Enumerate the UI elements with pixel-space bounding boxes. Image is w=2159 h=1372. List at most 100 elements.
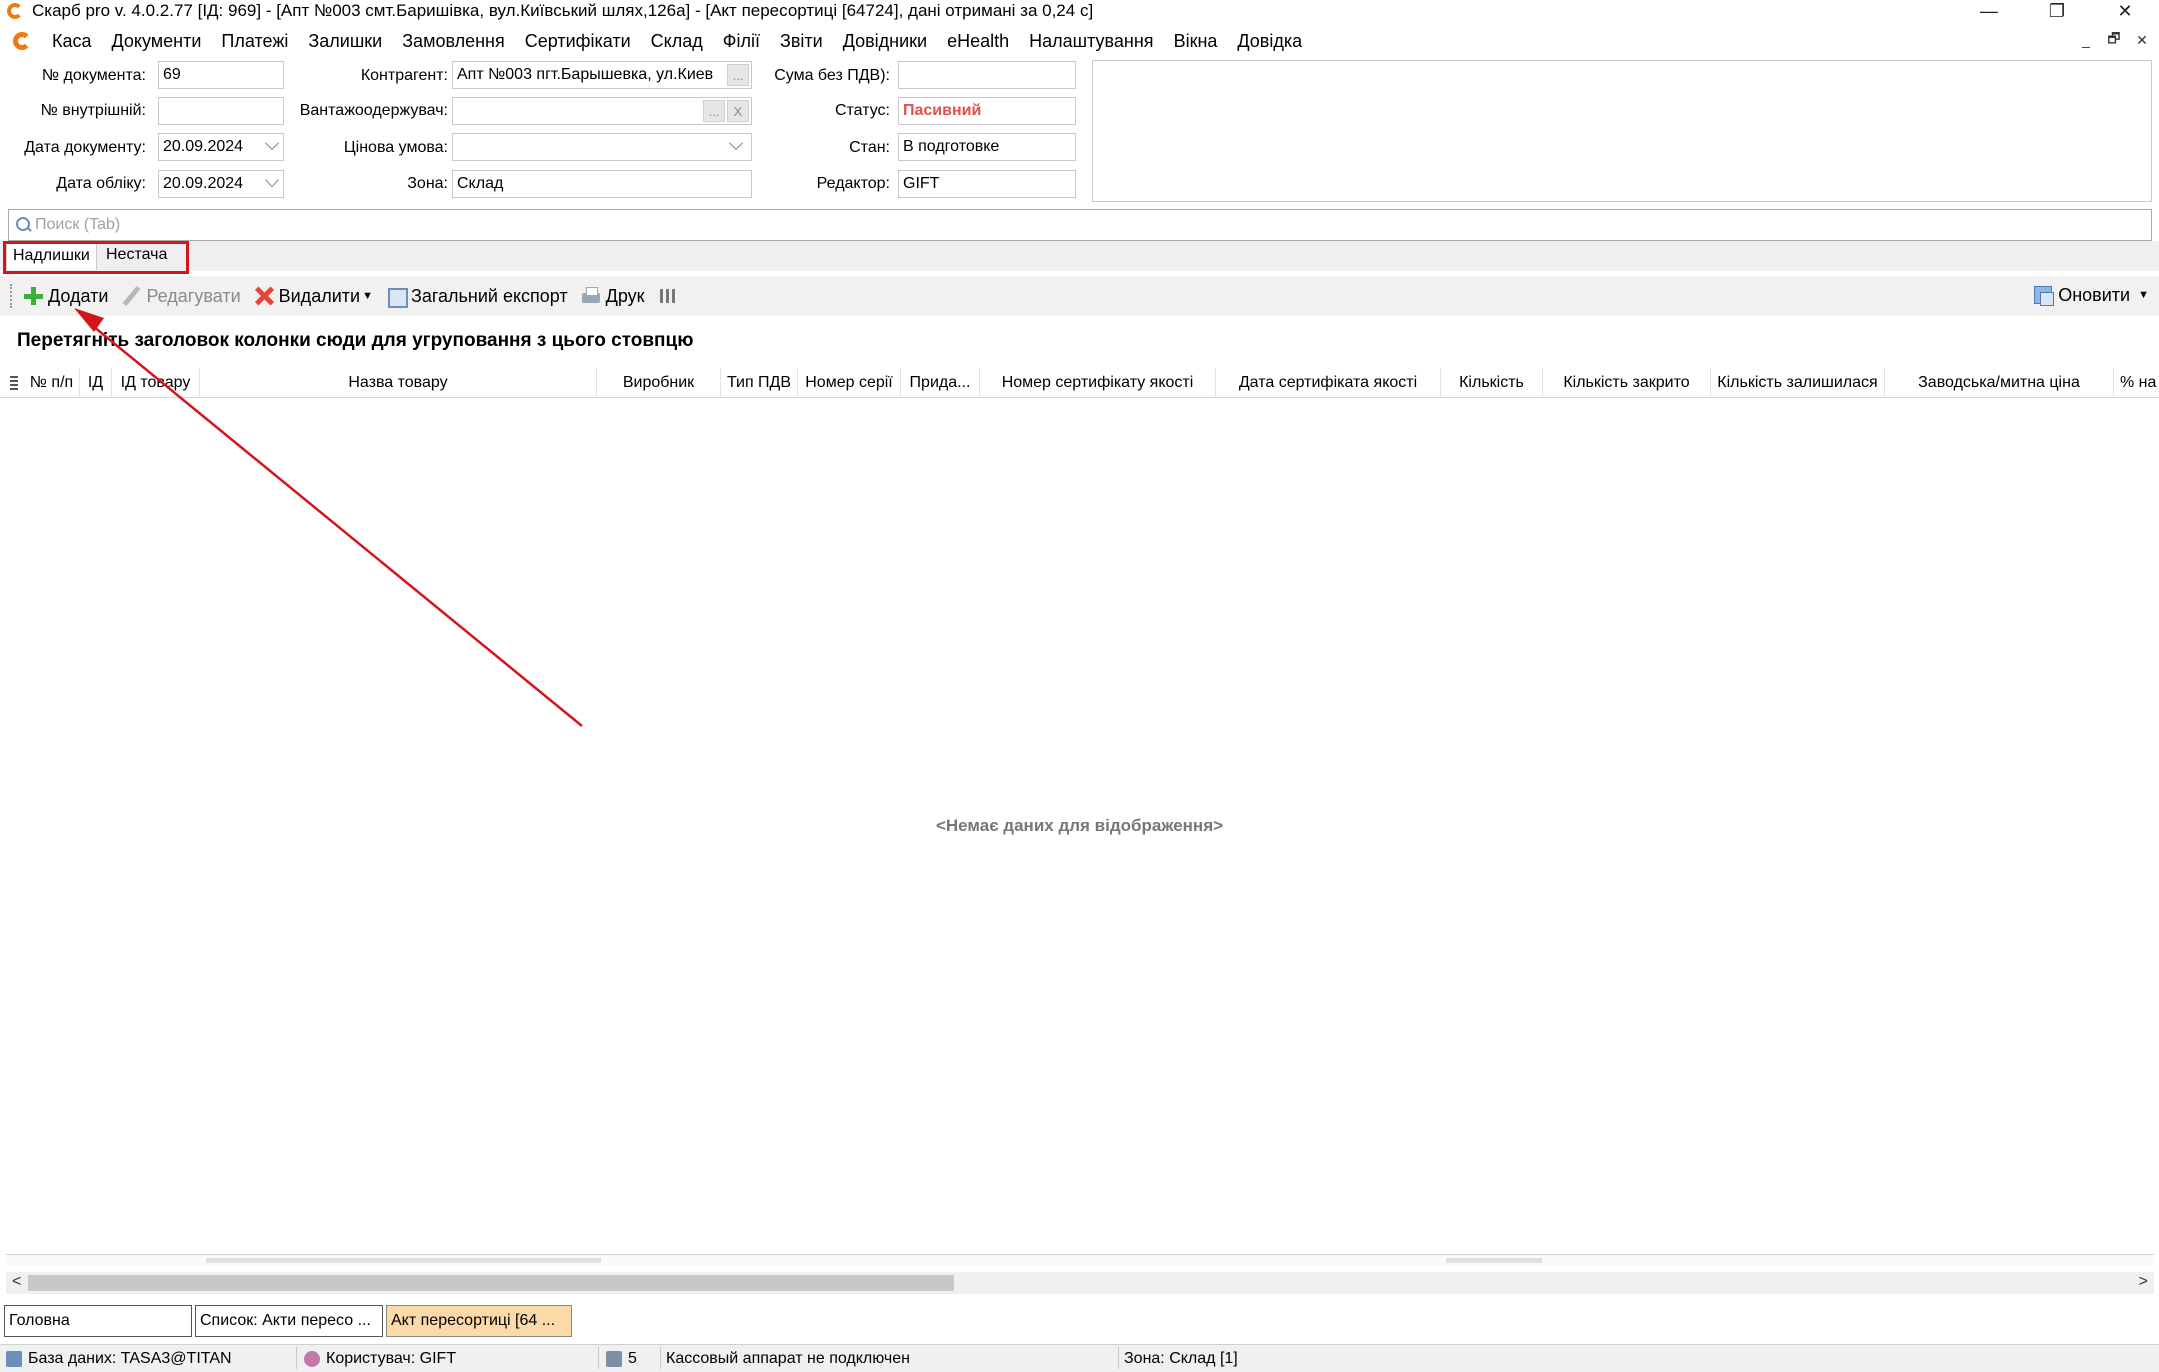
delete-button-label: Видалити [278,285,361,306]
band-scrollbar-thumb[interactable] [206,1258,601,1263]
mdi-close-button[interactable]: ✕ [2131,30,2153,50]
cash-register-icon [606,1351,622,1367]
pencil-icon [120,285,142,307]
window-tabs: Головна Список: Акти пересо ... Акт пере… [0,1303,2159,1339]
notes-textarea[interactable] [1092,60,2152,202]
column-header-quality-cert-date[interactable]: Дата сертифіката якості [1216,368,1441,398]
search-icon [13,215,33,235]
export-button[interactable]: Загальний експорт [385,285,568,308]
window-tab-regrading-act[interactable]: Акт пересортиці [64 ... [386,1305,572,1337]
toolbar-grip [10,284,14,308]
title-bar: Скарб pro v. 4.0.2.77 [ІД: 969] - [Апт №… [0,0,2159,22]
internal-number-label: № внутрішній: [40,102,146,119]
column-header-valid-until[interactable]: Прида... [901,368,980,398]
zone-field[interactable]: Склад [452,170,752,198]
scroll-right-arrow-icon[interactable]: > [2139,1273,2148,1291]
menu-item-kasa[interactable]: Каса [42,31,102,52]
menu-item-certificates[interactable]: Сертифікати [515,31,641,52]
consignee-label: Вантажоодержувач: [299,102,448,119]
column-header-product-id[interactable]: ІД товару [112,368,200,398]
consignee-clear-button[interactable]: X [727,100,749,122]
grid-header: № п/п ІД ІД товару Назва товару Виробник… [0,368,2159,398]
column-header-quantity[interactable]: Кількість [1441,368,1543,398]
menu-item-orders[interactable]: Замовлення [392,31,515,52]
status-database: База даних: TASA3@TITAN [6,1350,232,1368]
menu-item-settings[interactable]: Налаштування [1019,31,1163,52]
chevron-down-icon[interactable] [264,135,280,151]
counterparty-browse-button[interactable]: ... [727,64,749,86]
horizontal-scrollbar-thumb[interactable] [28,1275,954,1291]
doc-number-field[interactable]: 69 [158,61,284,89]
menu-item-references[interactable]: Довідники [833,31,937,52]
user-icon [304,1351,320,1367]
column-header-vat-type[interactable]: Тип ПДВ [721,368,798,398]
caret-down-icon[interactable]: ▼ [362,290,373,302]
status-field: Пасивний [898,97,1076,125]
band-scrollbar-thumb-secondary[interactable] [1446,1258,1542,1263]
chevron-down-icon[interactable] [728,135,744,151]
minimize-button[interactable]: — [1955,0,2023,22]
consignee-browse-button[interactable]: ... [703,100,725,122]
menu-item-ehealth[interactable]: eHealth [937,31,1019,52]
menu-item-payments[interactable]: Платежі [211,31,298,52]
columns-button[interactable] [657,285,683,307]
refresh-icon [2032,284,2055,306]
search-bar[interactable]: Поиск (Tab) [8,209,2152,241]
edit-button[interactable]: Редагувати [120,285,240,307]
delete-icon [253,285,275,307]
mdi-restore-button[interactable]: 🗗 [2103,30,2125,50]
menu-item-reports[interactable]: Звіти [770,31,833,52]
window-tab-acts-list[interactable]: Список: Акти пересо ... [195,1305,383,1337]
status-zone: Зона: Склад [1] [1124,1350,1238,1367]
consignee-field[interactable]: ... X [452,97,752,125]
column-header-markup-percent[interactable]: % на [2114,368,2159,398]
menu-item-stock[interactable]: Залишки [298,31,392,52]
columns-icon [657,285,679,307]
search-input[interactable]: Поиск (Tab) [35,216,120,234]
band-scrollbar[interactable] [6,1254,2154,1266]
window-tab-home[interactable]: Головна [4,1305,192,1337]
column-header-quantity-remaining[interactable]: Кількість залишилася [1711,368,1885,398]
menu-item-documents[interactable]: Документи [102,31,212,52]
doc-date-picker[interactable]: 20.09.2024 [158,133,284,161]
refresh-button[interactable]: Оновити ▼ [2032,284,2149,306]
status-user: Користувач: GIFT [304,1350,456,1368]
column-header-factory-price[interactable]: Заводська/митна ціна [1885,368,2114,398]
menu-item-warehouse[interactable]: Склад [641,31,713,52]
refresh-button-label: Оновити [2058,284,2131,305]
column-header-row-number[interactable]: № п/п [24,368,80,398]
sum-no-vat-field[interactable] [898,61,1076,89]
menu-logo-icon[interactable] [12,31,32,51]
menu-item-branches[interactable]: Філії [713,31,770,52]
mdi-controls: _ 🗗 ✕ [2075,30,2153,50]
counterparty-field[interactable]: Апт №003 пгт.Барышевка, ул.Киев ... [452,61,752,89]
horizontal-scrollbar[interactable]: < > [6,1272,2154,1294]
restore-button[interactable]: ❐ [2023,0,2091,22]
column-header-id[interactable]: ІД [80,368,112,398]
caret-down-icon[interactable]: ▼ [2138,289,2149,301]
account-date-picker[interactable]: 20.09.2024 [158,170,284,198]
column-chooser-icon[interactable] [10,376,18,390]
menu-bar: Каса Документи Платежі Залишки Замовленн… [0,26,2159,56]
tab-strip: Надлишки Нестача [0,241,2159,271]
scroll-left-arrow-icon[interactable]: < [12,1273,21,1291]
column-header-quantity-closed[interactable]: Кількість закрито [1543,368,1711,398]
menu-item-windows[interactable]: Вікна [1164,31,1228,52]
add-button-label: Додати [48,285,109,306]
price-condition-select[interactable] [452,133,752,161]
chevron-down-icon[interactable] [264,172,280,188]
status-separator [296,1347,297,1369]
internal-number-field[interactable] [158,97,284,125]
column-header-serial-number[interactable]: Номер серії [798,368,901,398]
close-button[interactable]: ✕ [2091,0,2159,22]
group-by-panel[interactable]: Перетягніть заголовок колонки сюди для у… [17,330,693,352]
column-header-product-name[interactable]: Назва товару [200,368,597,398]
column-header-quality-cert-number[interactable]: Номер сертифікату якості [980,368,1216,398]
print-button[interactable]: Друк [580,285,645,307]
column-header-manufacturer[interactable]: Виробник [597,368,721,398]
add-button[interactable]: Додати [22,285,108,307]
menu-item-help[interactable]: Довідка [1227,31,1312,52]
delete-button[interactable]: Видалити ▼ [253,285,373,307]
status-label: Статус: [834,102,890,119]
mdi-minimize-button[interactable]: _ [2075,30,2097,50]
